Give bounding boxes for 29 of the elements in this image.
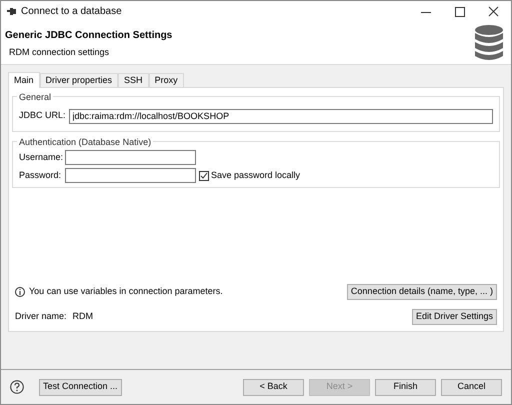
dialog-button[interactable]: Cancel bbox=[441, 378, 502, 396]
url-field[interactable]: jdbc:raima:rdm://localhost/BOOKSHOP bbox=[68, 108, 493, 124]
group-legend: Authentication (Database Native) bbox=[17, 136, 154, 150]
password-label: Password: bbox=[19, 168, 62, 182]
info-icon bbox=[15, 287, 25, 297]
help-icon[interactable] bbox=[10, 380, 24, 394]
tab[interactable]: SSH bbox=[118, 73, 149, 87]
password-field[interactable] bbox=[65, 168, 196, 183]
dialog-button[interactable]: Finish bbox=[375, 378, 436, 396]
info-text: You can use variables in connection parameters. bbox=[29, 285, 223, 298]
driver-name-label: Driver name: bbox=[15, 310, 67, 324]
username-label: Username: bbox=[19, 150, 64, 164]
dialog-button[interactable]: < Back bbox=[243, 378, 304, 396]
dialog-button[interactable]: Test Connection ... bbox=[39, 378, 122, 396]
header-subtitle: RDM connection settings bbox=[9, 46, 110, 59]
window-title: Connect to a database bbox=[21, 5, 122, 19]
driver-name-value: RDM bbox=[72, 310, 94, 324]
edit-driver-settings-button[interactable]: Edit Driver Settings bbox=[412, 309, 497, 325]
checkbox-icon[interactable] bbox=[199, 170, 209, 180]
url-label: JDBC URL: bbox=[19, 109, 66, 122]
header-title: Generic JDBC Connection Settings bbox=[5, 29, 172, 43]
save-password-checkbox[interactable]: Save password locally bbox=[199, 168, 300, 182]
plug-icon bbox=[6, 6, 17, 17]
connection-details-button[interactable]: Connection details (name, type, ... ) bbox=[346, 284, 497, 300]
tab[interactable]: Main bbox=[8, 72, 40, 88]
database-icon bbox=[475, 25, 503, 62]
tab[interactable]: Driver properties bbox=[40, 73, 118, 87]
username-field[interactable] bbox=[65, 150, 196, 165]
tab[interactable]: Proxy bbox=[148, 73, 184, 87]
